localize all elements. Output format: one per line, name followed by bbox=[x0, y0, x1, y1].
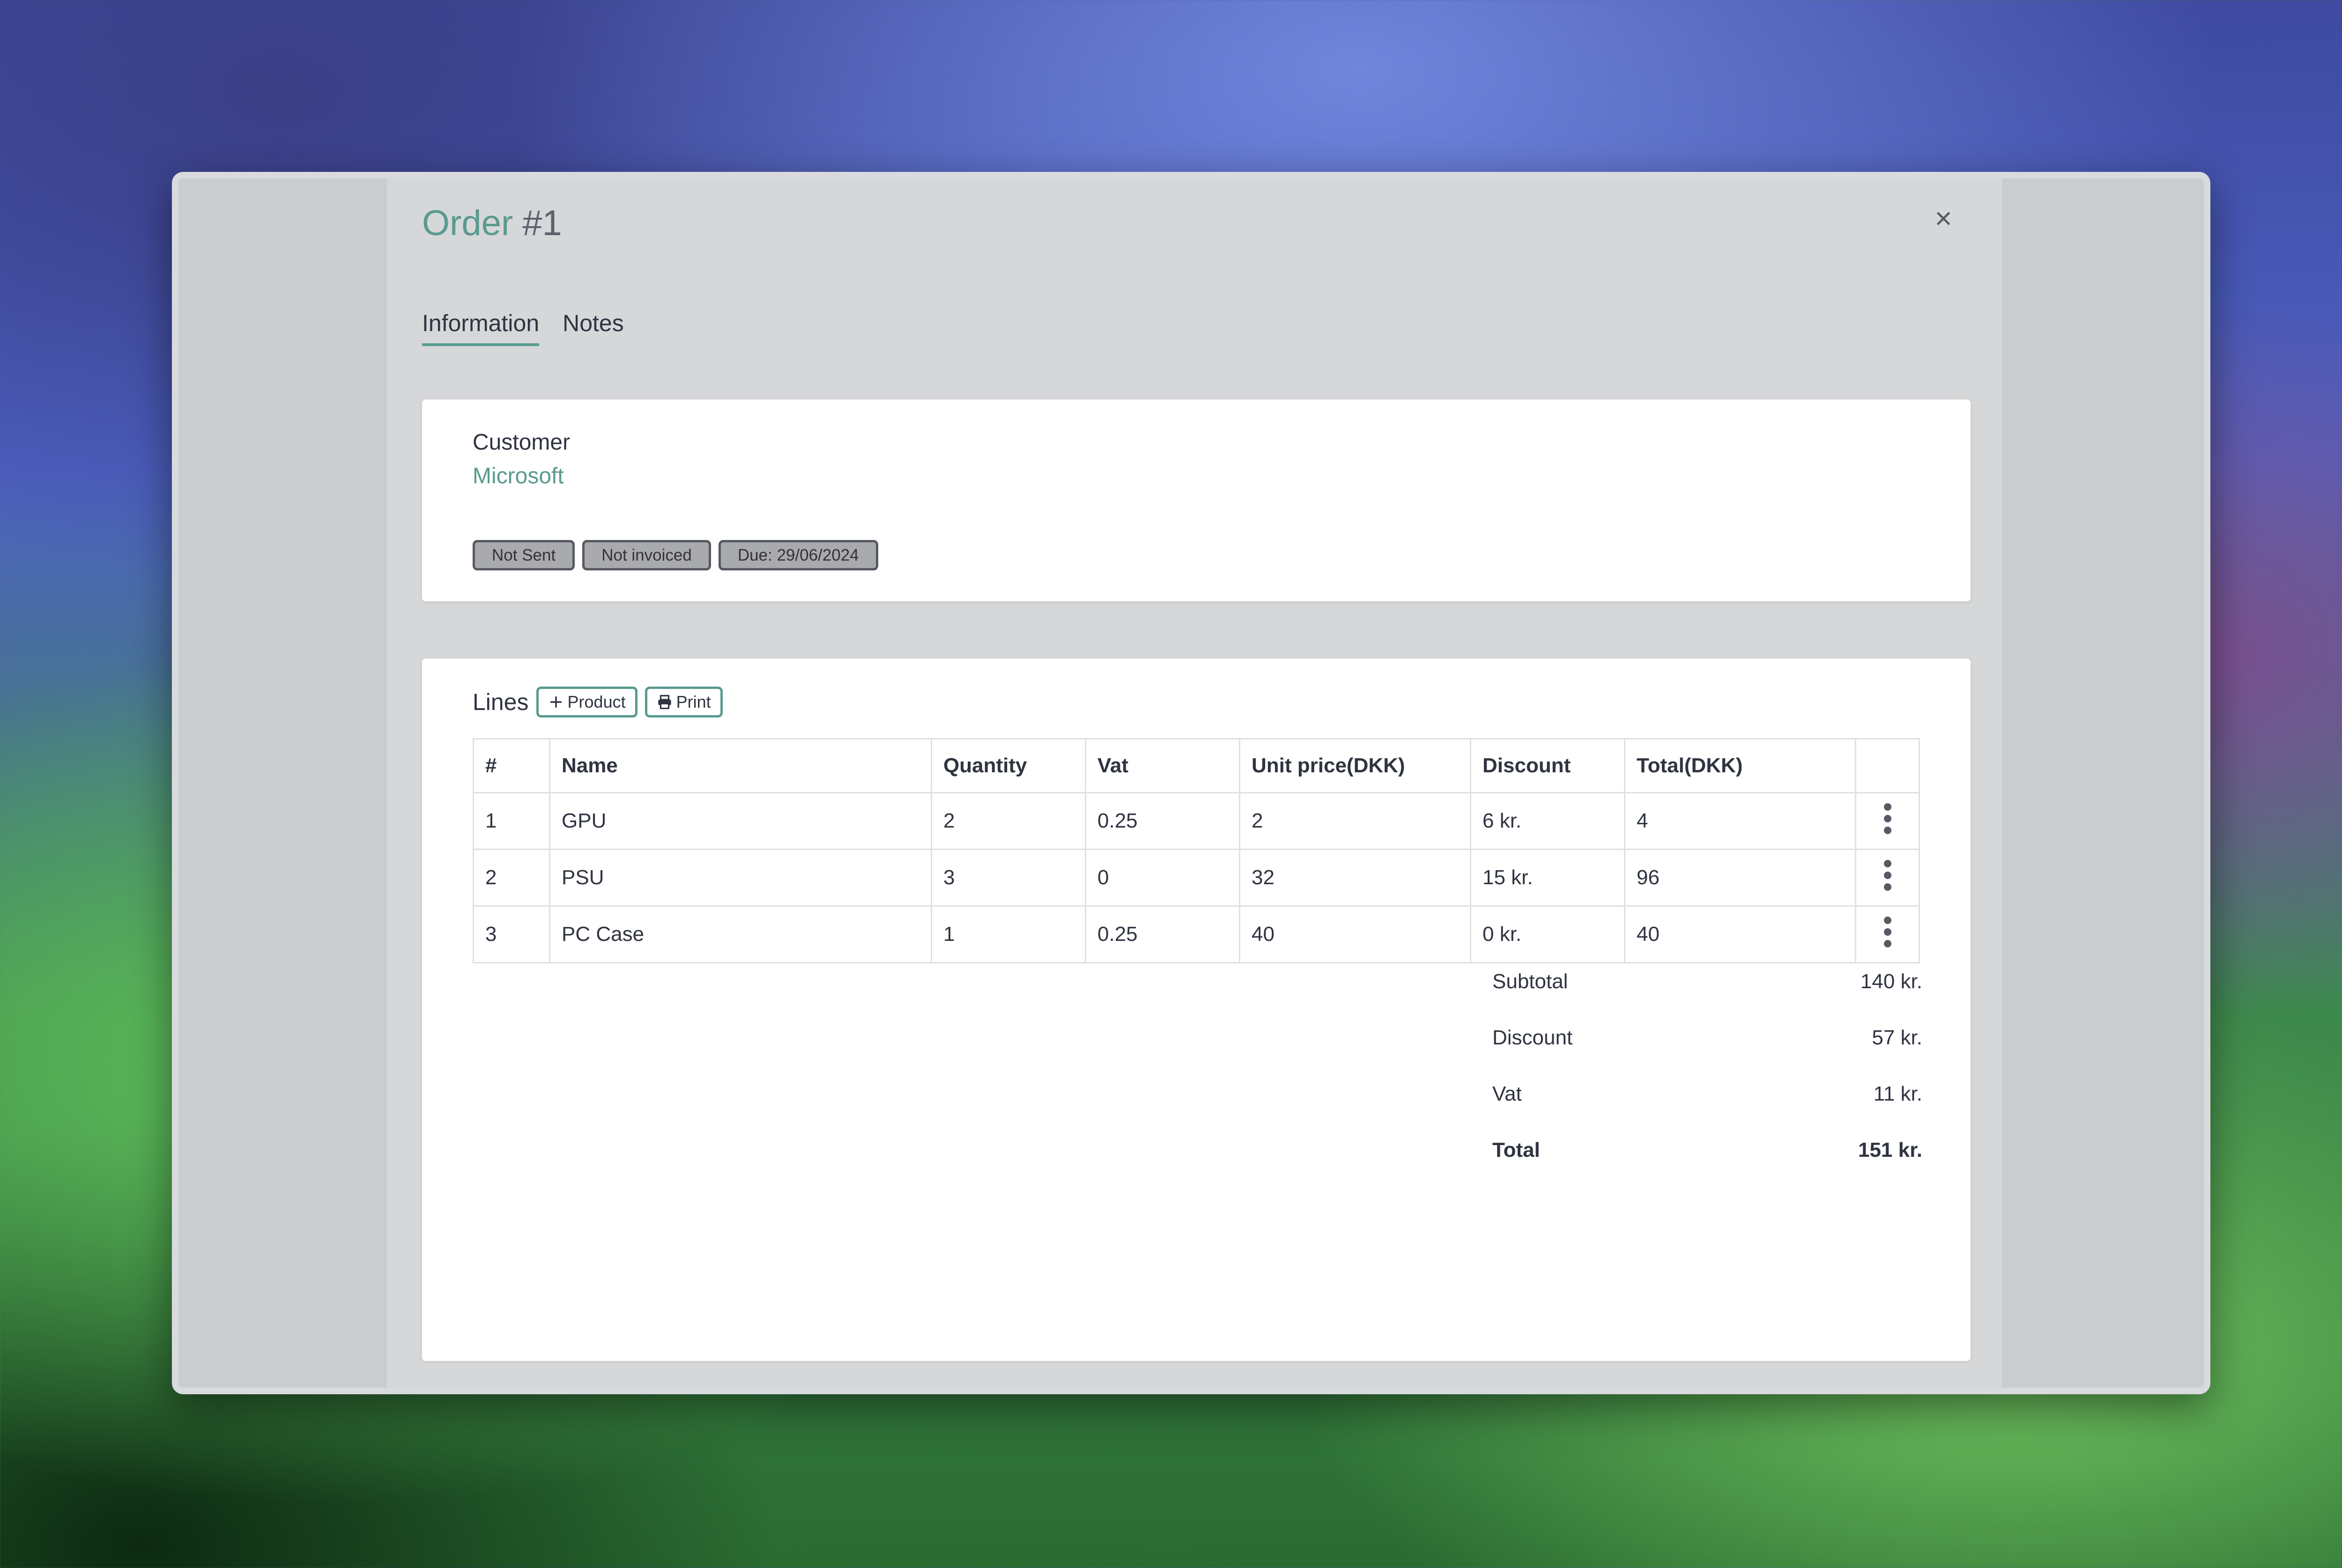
status-badge-invoiced: Not invoiced bbox=[582, 540, 711, 570]
summary-discount-row: Discount 57 kr. bbox=[1492, 1010, 1922, 1066]
lines-header: Lines Product Print bbox=[473, 687, 723, 717]
backdrop-right bbox=[1995, 178, 2204, 1388]
cell-unit-price: 2 bbox=[1239, 792, 1471, 850]
status-badges: Not Sent Not invoiced Due: 29/06/2024 bbox=[473, 540, 878, 570]
tab-bar: Information Notes bbox=[422, 310, 624, 346]
cell-discount: 6 kr. bbox=[1470, 792, 1625, 850]
tab-information[interactable]: Information bbox=[422, 310, 540, 346]
app-window: Order #1 × Information Notes Customer Mic… bbox=[172, 172, 2210, 1394]
row-menu-button[interactable] bbox=[1855, 849, 1920, 907]
backdrop-left bbox=[178, 178, 387, 1388]
order-modal: Order #1 × Information Notes Customer Mic… bbox=[387, 178, 2002, 1388]
summary-subtotal-row: Subtotal 140 kr. bbox=[1492, 954, 1922, 1010]
table-row: 2 PSU 3 0 32 15 kr. 96 bbox=[473, 849, 1920, 907]
col-total: Total(DKK) bbox=[1624, 738, 1856, 793]
cell-quantity: 3 bbox=[931, 849, 1086, 907]
col-discount: Discount bbox=[1470, 738, 1625, 793]
table-row: 1 GPU 2 0.25 2 6 kr. 4 bbox=[473, 792, 1920, 850]
col-vat: Vat bbox=[1085, 738, 1240, 793]
total-label: Total bbox=[1492, 1139, 1540, 1161]
cell-vat: 0.25 bbox=[1085, 792, 1240, 850]
cell-number: 1 bbox=[473, 792, 550, 850]
print-label: Print bbox=[676, 692, 711, 711]
summary-vat-row: Vat 11 kr. bbox=[1492, 1066, 1922, 1122]
printer-icon bbox=[658, 695, 671, 710]
kebab-menu-icon bbox=[1883, 916, 1891, 947]
subtotal-value: 140 kr. bbox=[1860, 970, 1922, 993]
col-quantity: Quantity bbox=[931, 738, 1086, 793]
cell-quantity: 2 bbox=[931, 792, 1086, 850]
subtotal-label: Subtotal bbox=[1492, 970, 1568, 993]
cell-discount: 15 kr. bbox=[1470, 849, 1625, 907]
title-word: Order bbox=[422, 203, 513, 243]
order-number: #1 bbox=[522, 203, 562, 243]
customer-label: Customer bbox=[473, 430, 571, 455]
cell-unit-price: 40 bbox=[1239, 905, 1471, 963]
discount-label: Discount bbox=[1492, 1026, 1573, 1049]
cell-number: 3 bbox=[473, 905, 550, 963]
lines-title: Lines bbox=[473, 689, 529, 715]
order-lines-table: # Name Quantity Vat Unit price(DKK) Disc… bbox=[473, 738, 1920, 963]
col-name: Name bbox=[549, 738, 932, 793]
vat-value: 11 kr. bbox=[1873, 1082, 1922, 1105]
cell-name: PSU bbox=[549, 849, 932, 907]
cell-unit-price: 32 bbox=[1239, 849, 1471, 907]
kebab-menu-icon bbox=[1883, 859, 1891, 891]
kebab-menu-icon bbox=[1883, 803, 1891, 834]
plus-icon bbox=[550, 696, 562, 708]
print-button[interactable]: Print bbox=[645, 687, 723, 717]
summary-total-row: Total 151 kr. bbox=[1492, 1122, 1922, 1178]
cell-number: 2 bbox=[473, 849, 550, 907]
order-summary: Subtotal 140 kr. Discount 57 kr. Vat 11 … bbox=[1492, 954, 1922, 1178]
customer-name-link[interactable]: Microsoft bbox=[473, 463, 564, 489]
vat-label: Vat bbox=[1492, 1082, 1522, 1105]
cell-total: 4 bbox=[1624, 792, 1856, 850]
row-menu-button[interactable] bbox=[1855, 792, 1920, 850]
add-product-label: Product bbox=[567, 692, 626, 711]
cell-name: GPU bbox=[549, 792, 932, 850]
add-product-button[interactable]: Product bbox=[536, 687, 637, 717]
cell-total: 96 bbox=[1624, 849, 1856, 907]
col-number: # bbox=[473, 738, 550, 793]
modal-title: Order #1 bbox=[422, 206, 562, 241]
lines-card: Lines Product Print # Name Quantity Vat bbox=[422, 658, 1971, 1361]
status-badge-due: Due: 29/06/2024 bbox=[718, 540, 878, 570]
total-value: 151 kr. bbox=[1858, 1139, 1922, 1161]
cell-quantity: 1 bbox=[931, 905, 1086, 963]
col-actions bbox=[1855, 738, 1920, 793]
discount-value: 57 kr. bbox=[1872, 1026, 1922, 1049]
status-badge-sent: Not Sent bbox=[473, 540, 575, 570]
customer-card: Customer Microsoft Not Sent Not invoiced… bbox=[422, 399, 1971, 601]
table-header-row: # Name Quantity Vat Unit price(DKK) Disc… bbox=[473, 738, 1920, 793]
tab-notes[interactable]: Notes bbox=[563, 310, 624, 346]
cell-vat: 0.25 bbox=[1085, 905, 1240, 963]
col-unit-price: Unit price(DKK) bbox=[1239, 738, 1471, 793]
cell-vat: 0 bbox=[1085, 849, 1240, 907]
cell-name: PC Case bbox=[549, 905, 932, 963]
close-icon[interactable]: × bbox=[1929, 203, 1957, 233]
